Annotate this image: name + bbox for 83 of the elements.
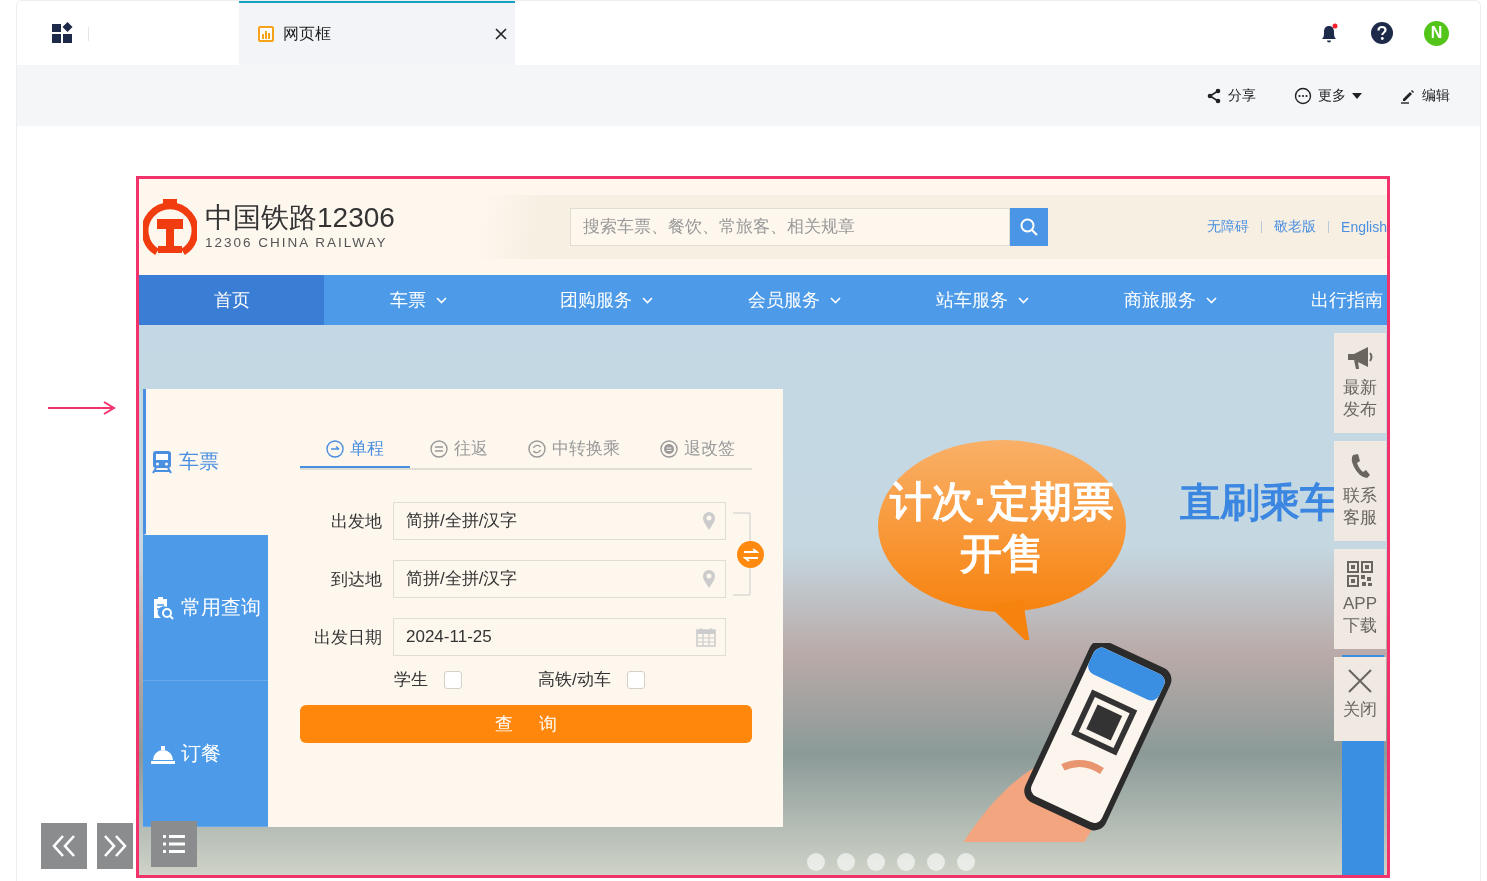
checkbox[interactable]: [626, 670, 645, 689]
qr-panel-button[interactable]: APP 下载: [1334, 549, 1386, 649]
share-button[interactable]: 分享: [1206, 86, 1256, 105]
slide-dot[interactable]: [867, 853, 885, 871]
list-icon: [162, 833, 186, 855]
nav-item[interactable]: 首页: [139, 275, 324, 325]
station-field[interactable]: 简拼/全拼/汉字: [393, 560, 726, 598]
location-pin-icon: [702, 511, 716, 531]
header-link[interactable]: 敬老版: [1274, 218, 1317, 236]
header-link[interactable]: 无障碍: [1207, 218, 1250, 236]
page-tab[interactable]: 网页框: [239, 1, 515, 65]
app-grid-icon[interactable]: [50, 21, 74, 45]
tab-title: 网页框: [283, 23, 332, 44]
previous-button[interactable]: [41, 823, 87, 869]
logo-subtitle: 12306 CHINA RAILWAY: [205, 234, 389, 252]
field-label: 出发地: [330, 510, 382, 533]
close-icon: [1348, 669, 1372, 693]
edit-icon: [1400, 87, 1416, 104]
search-button[interactable]: [1009, 208, 1048, 246]
location-pin-icon: [702, 569, 716, 589]
ticket-stamp-icon: [660, 439, 678, 458]
help-icon[interactable]: [1370, 21, 1394, 45]
list-button[interactable]: [151, 821, 197, 867]
bubble-text: 计次·定期票: [890, 477, 1114, 527]
train-icon: [151, 449, 173, 474]
field-label: 到达地: [330, 568, 382, 591]
logo-title: 中国铁路12306: [205, 202, 395, 234]
calendar-icon: [696, 627, 716, 647]
nav-item[interactable]: 出行指南: [1264, 275, 1387, 325]
nav-item[interactable]: 车票: [324, 275, 512, 325]
clipboard-search-icon: [151, 595, 175, 620]
slide-dot[interactable]: [897, 853, 915, 871]
one-way-icon: [326, 439, 344, 458]
search-icon: [1018, 217, 1039, 237]
railway-logo-icon: [143, 197, 197, 257]
side-tab[interactable]: 常用查询: [143, 535, 268, 681]
nav-item[interactable]: 会员服务: [700, 275, 888, 325]
pointer-arrow: [48, 401, 116, 415]
transfer-icon: [528, 439, 546, 458]
date-field[interactable]: 2024-11-25: [393, 618, 726, 656]
next-button[interactable]: [97, 823, 133, 869]
announce-panel-button[interactable]: 最新 发布: [1334, 333, 1386, 433]
checkbox-label: 学生: [394, 669, 428, 691]
nav-item[interactable]: 站车服务: [888, 275, 1076, 325]
swap-button[interactable]: [737, 541, 764, 568]
phone-panel-button[interactable]: 联系 客服: [1334, 441, 1386, 541]
chart-icon: [257, 25, 275, 43]
caret-icon: [1352, 92, 1362, 99]
megaphone-icon: [1346, 345, 1374, 371]
qr-code-icon: [1347, 561, 1373, 587]
trip-tab[interactable]: 单程: [300, 431, 410, 468]
checkbox-label: 高铁/动车: [538, 669, 611, 691]
close-panel-button[interactable]: 关闭: [1334, 657, 1386, 741]
nav-item[interactable]: 商旅服务: [1076, 275, 1264, 325]
food-cloche-icon: [151, 743, 175, 764]
close-icon: [495, 28, 507, 40]
more-button[interactable]: 更多: [1294, 86, 1362, 105]
more-icon: [1294, 86, 1312, 105]
slide-dot[interactable]: [837, 853, 855, 871]
trip-tab[interactable]: 往返: [410, 431, 508, 468]
edit-button[interactable]: 编辑: [1400, 86, 1450, 105]
side-tab[interactable]: 车票: [143, 389, 268, 535]
trip-tab[interactable]: 中转换乘: [508, 431, 640, 468]
share-icon: [1206, 87, 1222, 104]
close-tab-button[interactable]: [495, 28, 507, 40]
round-trip-icon: [430, 439, 448, 458]
station-field[interactable]: 简拼/全拼/汉字: [393, 502, 726, 540]
double-chevron-right-icon: [102, 834, 128, 858]
slide-dot[interactable]: [807, 853, 825, 871]
header-link[interactable]: English: [1341, 219, 1387, 235]
nav-item[interactable]: 团购服务: [512, 275, 700, 325]
checkbox[interactable]: [444, 670, 462, 689]
slide-dot[interactable]: [957, 853, 975, 871]
search-submit-button[interactable]: 查询: [300, 705, 752, 743]
double-chevron-left-icon: [51, 834, 77, 858]
search-field[interactable]: 搜索车票、餐饮、常旅客、相关规章: [569, 208, 1010, 246]
user-avatar[interactable]: N: [1424, 20, 1449, 46]
swap-arrows-icon: [742, 547, 759, 562]
slide-dot[interactable]: [927, 853, 945, 871]
bubble-text: 开售: [960, 529, 1044, 579]
phone-icon: [1349, 453, 1371, 479]
field-label: 出发日期: [313, 626, 382, 649]
trip-tab[interactable]: 退改签: [640, 431, 755, 468]
